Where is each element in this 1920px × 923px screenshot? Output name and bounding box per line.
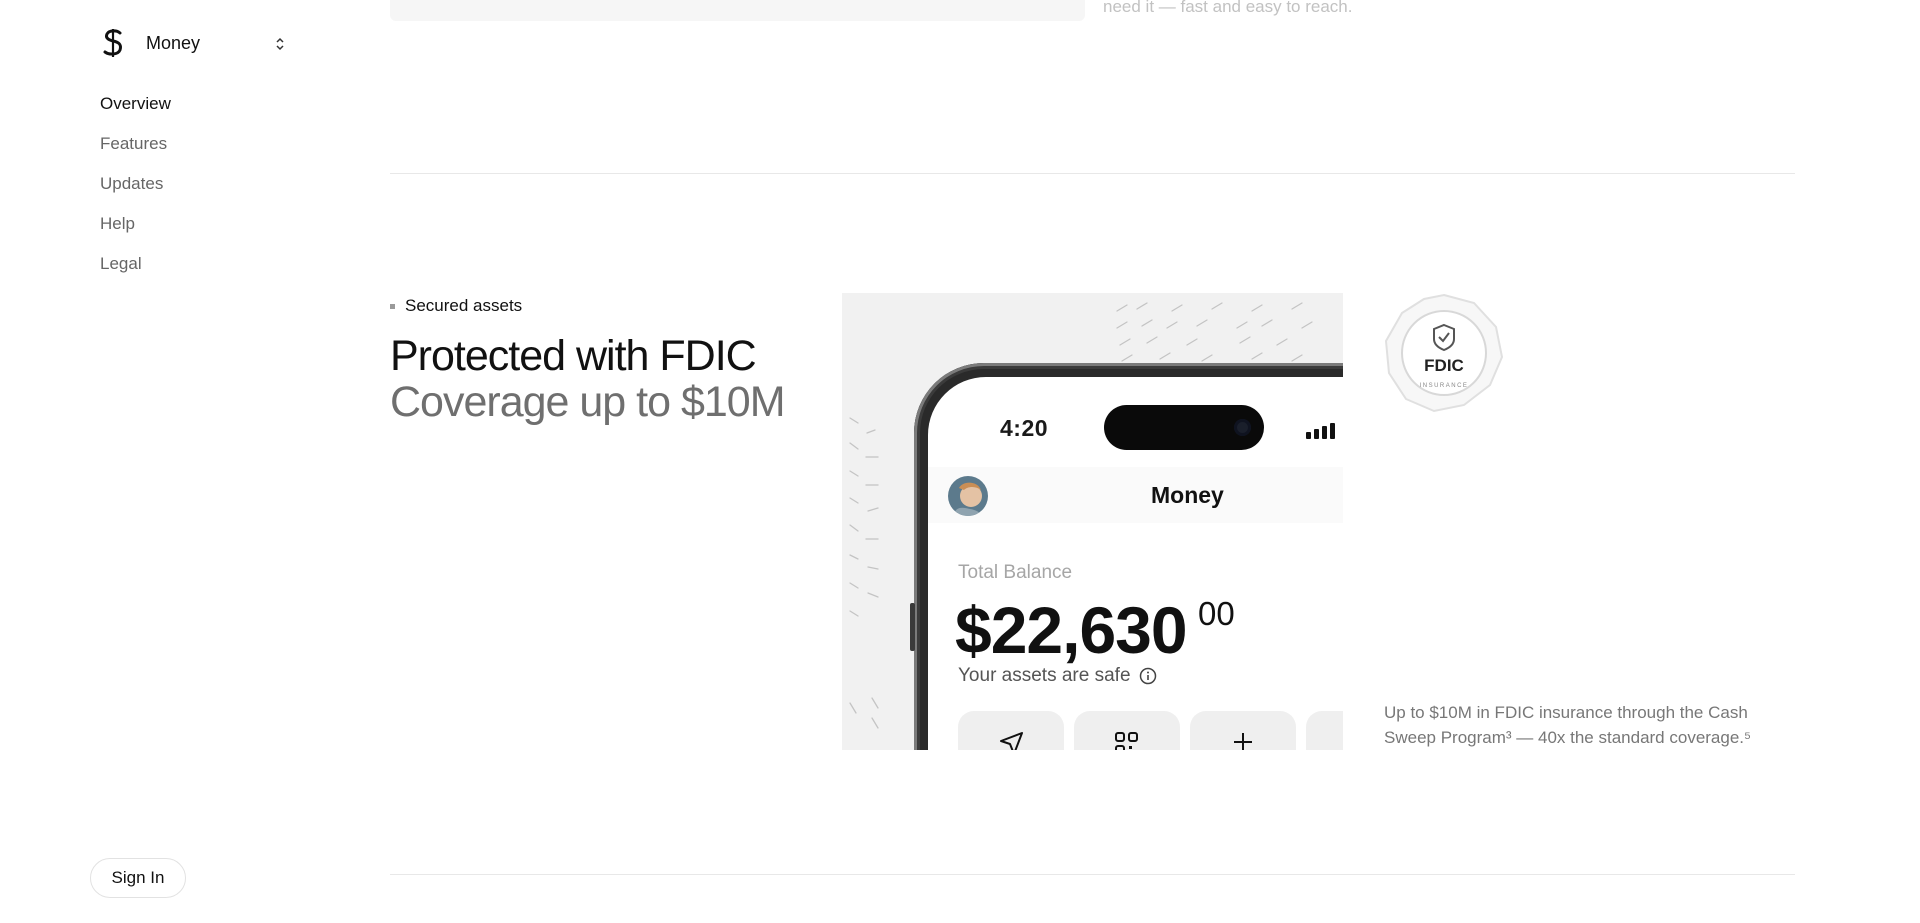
phone-screen: 4:20 Money Total Balance $22,630 00 Your… (928, 377, 1343, 750)
nav-item-help[interactable]: Help (100, 210, 171, 250)
info-icon (1139, 667, 1156, 685)
phone-frame: 4:20 Money Total Balance $22,630 00 Your… (914, 363, 1343, 750)
fdic-badge-title: FDIC (1424, 356, 1464, 375)
nav-item-legal[interactable]: Legal (100, 250, 171, 290)
eyebrow-label: Secured assets (405, 296, 523, 315)
fdic-badge-subtitle: INSURANCE (1420, 383, 1469, 389)
plus-icon (1234, 733, 1252, 750)
send-button (958, 711, 1064, 750)
section-description: Up to $10M in FDIC insurance through the… (1384, 703, 1752, 747)
balance-cents: 00 (1198, 595, 1235, 632)
qr-button (1074, 711, 1180, 750)
balance-label: Total Balance (958, 562, 1073, 583)
safety-note-text: Your assets are safe (958, 665, 1131, 686)
chevron-up-down-icon[interactable] (272, 34, 288, 54)
send-icon (1000, 732, 1023, 750)
previous-section-text: need it — fast and easy to reach. (1103, 0, 1353, 16)
phone-mockup-image: 4:20 Money Total Balance $22,630 00 Your… (842, 293, 1343, 750)
section-subheadline: Coverage up to $10M (390, 378, 786, 426)
camera-icon (1234, 419, 1251, 436)
section-divider (390, 874, 1795, 875)
app-header (928, 467, 1343, 523)
signal-icon (1306, 423, 1335, 439)
phone-side-button (910, 603, 915, 651)
nav-item-updates[interactable]: Updates (100, 170, 171, 210)
safety-note: Your assets are safe (958, 665, 1157, 687)
dynamic-island (1104, 405, 1264, 450)
avatar (948, 476, 988, 516)
more-button (1306, 711, 1343, 750)
app-name: Money (146, 32, 201, 53)
qr-code-icon (1115, 732, 1138, 750)
app-title: Money (1151, 482, 1224, 508)
previous-section-card (390, 0, 1085, 21)
nav-item-features[interactable]: Features (100, 130, 171, 170)
add-button (1190, 711, 1296, 750)
app-switcher[interactable]: Money (100, 28, 200, 58)
sign-in-button[interactable]: Sign In (90, 858, 186, 898)
logo-icon (103, 29, 122, 57)
status-bar-time: 4:20 (1000, 415, 1049, 441)
fdic-badge: FDIC INSURANCE (1384, 293, 1504, 413)
section-eyebrow: Secured assets (390, 296, 522, 316)
section-divider (390, 173, 1795, 174)
nav-item-overview[interactable]: Overview (100, 90, 171, 130)
sidebar-nav: Overview Features Updates Help Legal (100, 90, 171, 290)
balance-amount: $22,630 (955, 593, 1188, 667)
bullet-icon (390, 303, 395, 309)
section-headline: Protected with FDIC (390, 332, 757, 380)
